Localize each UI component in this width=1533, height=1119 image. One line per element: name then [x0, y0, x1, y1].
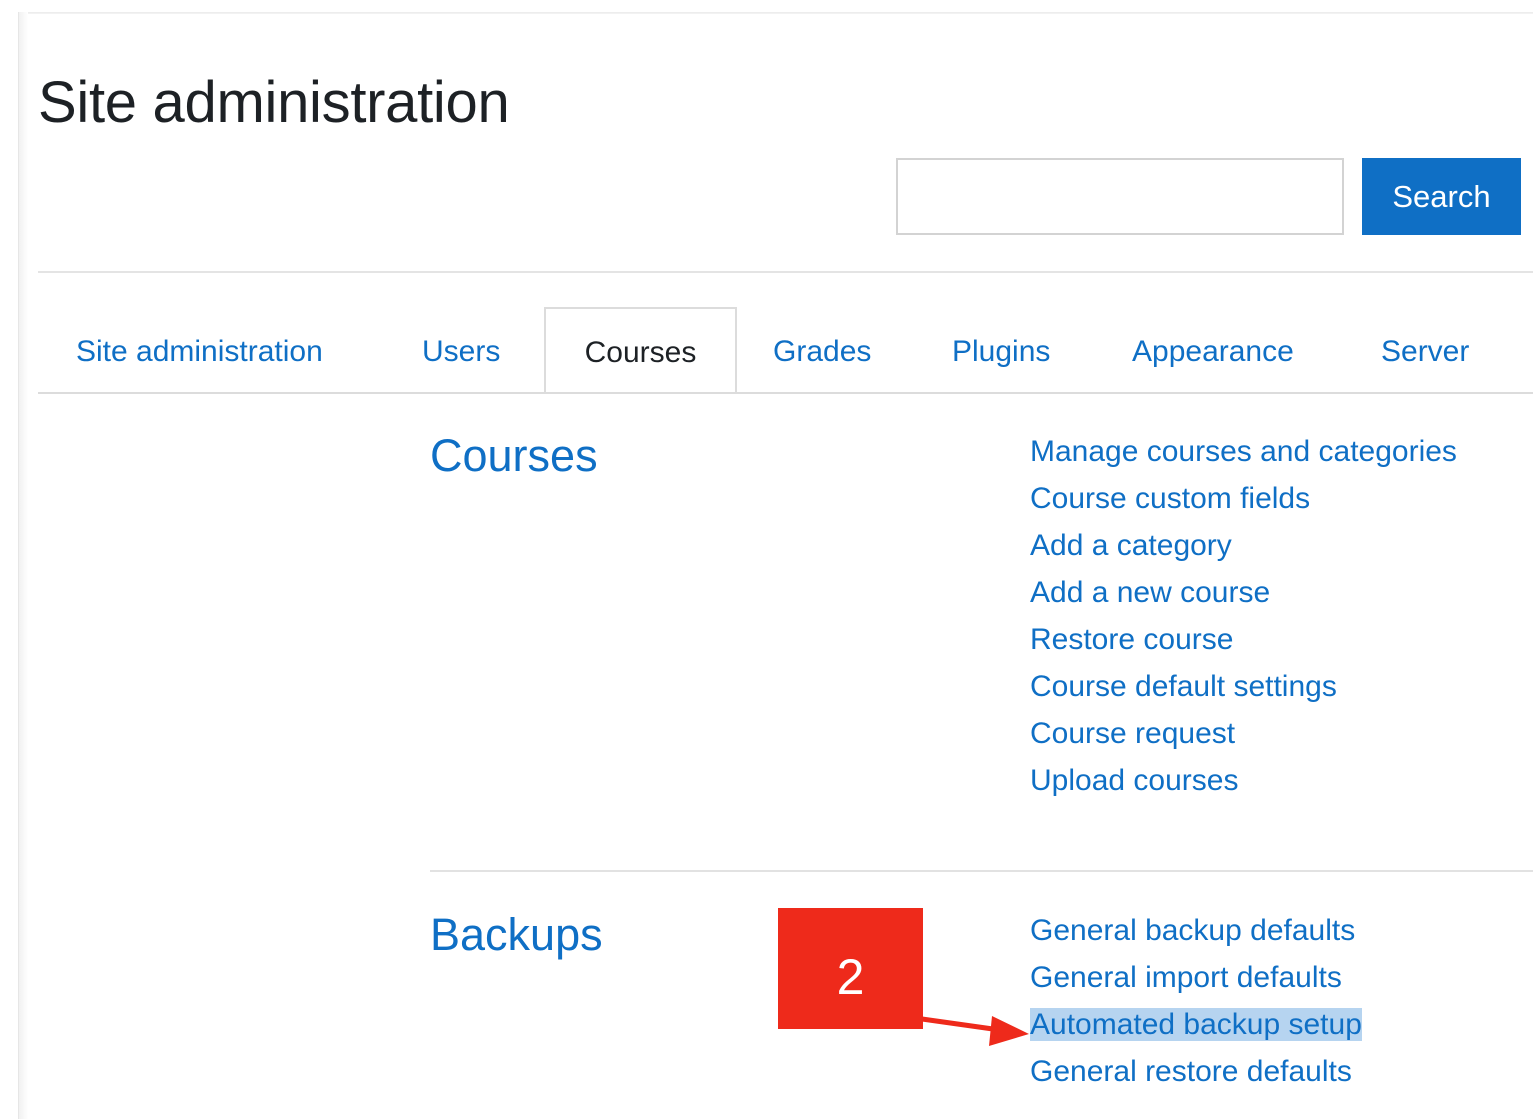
link-label: General import defaults — [1030, 961, 1342, 994]
section-divider — [430, 870, 1533, 872]
link-label: Course request — [1030, 717, 1236, 750]
link-label-highlighted: Automated backup setup — [1030, 1008, 1362, 1041]
link-course-default-settings[interactable]: Course default settings — [1030, 667, 1457, 714]
page-frame: Site administration Search Site administ… — [0, 0, 1533, 1119]
courses-link-list: Manage courses and categories Course cus… — [1030, 432, 1457, 808]
link-general-restore-defaults[interactable]: General restore defaults — [1030, 1052, 1362, 1099]
tab-server[interactable]: Server — [1381, 330, 1469, 374]
link-label: General backup defaults — [1030, 914, 1356, 947]
link-label: Upload courses — [1030, 764, 1239, 797]
card-edge-top — [18, 12, 1533, 14]
backups-link-list: General backup defaults General import d… — [1030, 911, 1362, 1099]
section-heading-backups[interactable]: Backups — [430, 907, 603, 963]
link-general-import-defaults[interactable]: General import defaults — [1030, 958, 1362, 1005]
link-automated-backup-setup[interactable]: Automated backup setup — [1030, 1005, 1362, 1052]
link-label: Course default settings — [1030, 670, 1337, 703]
tab-appearance[interactable]: Appearance — [1132, 330, 1294, 374]
tab-courses[interactable]: Courses — [544, 307, 737, 394]
link-add-a-new-course[interactable]: Add a new course — [1030, 573, 1457, 620]
arrow-shaft — [921, 1016, 1001, 1033]
tab-users[interactable]: Users — [422, 330, 500, 374]
link-label: Manage courses and categories — [1030, 435, 1457, 468]
admin-search-input[interactable] — [896, 158, 1344, 235]
tab-site-administration[interactable]: Site administration — [76, 330, 323, 374]
step-callout-badge: 2 — [778, 908, 923, 1029]
tab-plugins[interactable]: Plugins — [952, 330, 1050, 374]
section-heading-courses[interactable]: Courses — [430, 428, 598, 484]
arrow-head — [989, 1016, 1029, 1046]
card-edge-left — [18, 12, 28, 1119]
link-upload-courses[interactable]: Upload courses — [1030, 761, 1457, 808]
link-course-custom-fields[interactable]: Course custom fields — [1030, 479, 1457, 526]
page-title: Site administration — [38, 70, 510, 135]
link-course-request[interactable]: Course request — [1030, 714, 1457, 761]
link-general-backup-defaults[interactable]: General backup defaults — [1030, 911, 1362, 958]
link-label: Course custom fields — [1030, 482, 1311, 515]
tabs-divider — [38, 392, 1533, 394]
header-divider — [38, 271, 1533, 273]
link-label: Add a new course — [1030, 576, 1271, 609]
link-manage-courses-and-categories[interactable]: Manage courses and categories — [1030, 432, 1457, 479]
search-button[interactable]: Search — [1362, 158, 1521, 235]
tab-grades[interactable]: Grades — [773, 330, 871, 374]
link-label: Restore course — [1030, 623, 1234, 656]
link-add-a-category[interactable]: Add a category — [1030, 526, 1457, 573]
link-label: General restore defaults — [1030, 1055, 1352, 1088]
link-restore-course[interactable]: Restore course — [1030, 620, 1457, 667]
link-label: Add a category — [1030, 529, 1232, 562]
